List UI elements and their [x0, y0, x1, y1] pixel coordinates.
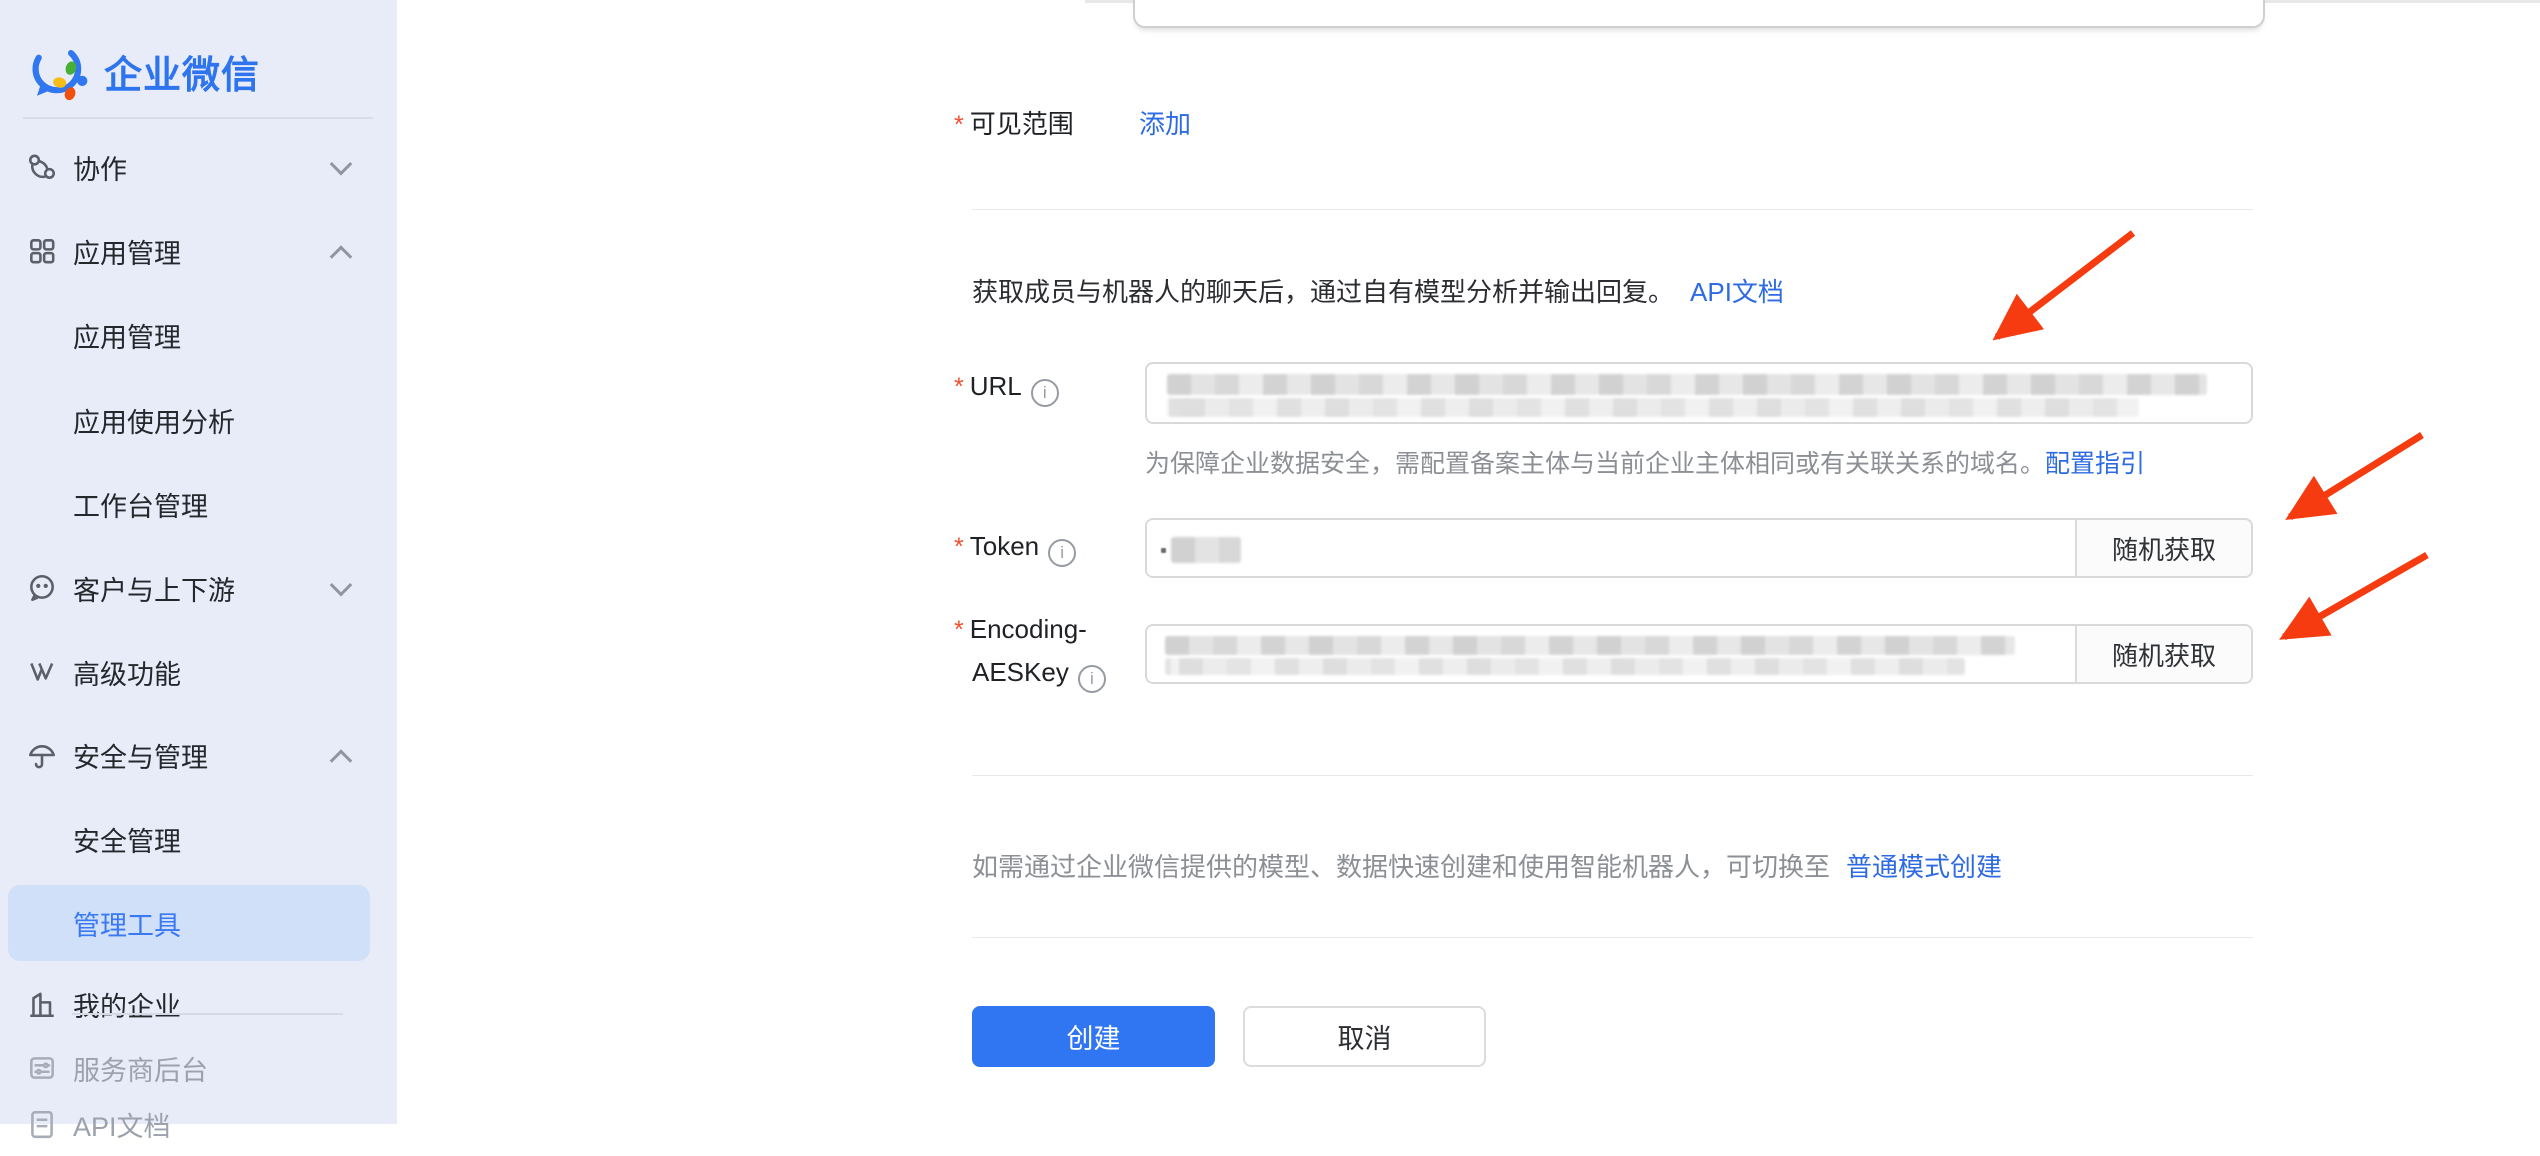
- sidebar-item-label: 我的企业: [73, 985, 181, 1024]
- sidebar-item-label: 应用管理: [73, 232, 181, 271]
- sidebar-item-label: 工作台管理: [73, 485, 208, 524]
- redacted-url-value: [1167, 374, 2207, 395]
- chevron-up-icon: [330, 245, 353, 268]
- apps-grid-icon: [26, 235, 58, 267]
- token-label: *Tokeni: [954, 531, 1076, 567]
- section-divider: [972, 937, 2253, 938]
- sidebar-subitem-management-tools-selected[interactable]: 管理工具: [8, 885, 370, 961]
- logo-text: 企业微信: [104, 44, 260, 99]
- logo: 企业微信: [30, 42, 260, 100]
- info-icon[interactable]: i: [1031, 379, 1059, 407]
- aeskey-label: *Encoding- AESKeyi: [954, 608, 1106, 693]
- sidebar-item-label: API文档: [73, 1105, 171, 1144]
- redacted-aeskey-value: [1165, 658, 1965, 675]
- required-asterisk: *: [954, 111, 964, 139]
- partial-textarea-above[interactable]: [1133, 0, 2265, 28]
- arrow-to-token-random-button: [2290, 435, 2422, 517]
- info-icon[interactable]: i: [1078, 665, 1106, 693]
- required-asterisk: *: [954, 373, 964, 401]
- api-document-icon: [26, 1108, 58, 1140]
- collaboration-nodes-icon: [26, 151, 58, 183]
- sidebar-item-security-management[interactable]: 安全与管理: [0, 723, 397, 787]
- umbrella-icon: [26, 739, 58, 771]
- sidebar-item-label: 应用使用分析: [73, 401, 235, 440]
- section-divider: [972, 209, 2253, 210]
- sidebar-item-service-provider-console[interactable]: 服务商后台: [0, 1036, 397, 1100]
- token-input-group: 随机获取: [1145, 518, 2253, 578]
- redacted-token-value: [1161, 548, 1166, 553]
- switch-mode-note: 如需通过企业微信提供的模型、数据快速创建和使用智能机器人，可切换至普通模式创建: [972, 847, 2002, 884]
- sidebar-divider: [23, 117, 373, 119]
- chevron-down-icon: [330, 153, 353, 176]
- sidebar-item-label: 安全与管理: [73, 736, 208, 775]
- normal-mode-create-link[interactable]: 普通模式创建: [1846, 852, 2002, 882]
- api-docs-link[interactable]: API文档: [1690, 277, 1784, 307]
- sidebar-bottom-divider: [72, 1013, 343, 1015]
- visible-range-label: *可见范围: [954, 104, 1074, 141]
- sidebar-item-customers[interactable]: 客户与上下游: [0, 556, 397, 620]
- token-random-generate-button[interactable]: 随机获取: [2075, 520, 2251, 576]
- config-guide-link[interactable]: 配置指引: [2045, 450, 2145, 478]
- building-icon: [26, 988, 58, 1020]
- sidebar-item-label: 客户与上下游: [73, 569, 235, 608]
- add-visible-range-link[interactable]: 添加: [1139, 104, 1191, 141]
- sidebar-subitem-app-management[interactable]: 应用管理: [0, 303, 397, 367]
- sidebar-item-label: 管理工具: [73, 904, 181, 943]
- arrow-to-aeskey-random-button: [2284, 555, 2427, 637]
- url-input[interactable]: [1145, 362, 2253, 424]
- sidebar-subitem-security-management[interactable]: 安全管理: [0, 807, 397, 871]
- sidebar-item-label: 服务商后台: [73, 1049, 208, 1088]
- url-label: *URLi: [954, 371, 1059, 407]
- aeskey-input-group: 随机获取: [1145, 624, 2253, 684]
- sidebar-item-advanced-features[interactable]: 高级功能: [0, 640, 397, 704]
- sidebar-item-api-docs[interactable]: API文档: [0, 1092, 397, 1156]
- cancel-button[interactable]: 取消: [1243, 1006, 1486, 1067]
- sidebar-item-label: 安全管理: [73, 820, 181, 859]
- sidebar-subitem-workbench-management[interactable]: 工作台管理: [0, 472, 397, 536]
- arrow-to-url-input: [1997, 233, 2133, 337]
- redacted-aeskey-value: [1165, 636, 2015, 655]
- token-input[interactable]: [1147, 520, 2075, 576]
- sidebar-item-label: 协作: [73, 148, 127, 187]
- redacted-token-value: [1171, 537, 1241, 563]
- create-button[interactable]: 创建: [972, 1006, 1215, 1067]
- info-icon[interactable]: i: [1048, 539, 1076, 567]
- sidebar-item-my-company[interactable]: 我的企业: [0, 972, 397, 1036]
- required-asterisk: *: [954, 533, 964, 561]
- main-content: *可见范围 添加 获取成员与机器人的聊天后，通过自有模型分析并输出回复。API文…: [397, 0, 2540, 1124]
- sidebar: 企业微信 协作 应用管理 应用管理 应用使用分析: [0, 0, 398, 1124]
- aeskey-input[interactable]: [1147, 626, 2075, 682]
- double-v-icon: [26, 656, 58, 688]
- sidebar-item-app-management[interactable]: 应用管理: [0, 219, 397, 283]
- sidebar-item-label: 高级功能: [73, 653, 181, 692]
- url-help-text: 为保障企业数据安全，需配置备案主体与当前企业主体相同或有关联关系的域名。配置指引: [1145, 444, 2145, 480]
- chevron-up-icon: [330, 749, 353, 772]
- section-divider: [972, 775, 2253, 776]
- sidebar-subitem-app-usage-analysis[interactable]: 应用使用分析: [0, 388, 397, 452]
- aeskey-random-generate-button[interactable]: 随机获取: [2075, 626, 2251, 682]
- sidebar-item-collaboration[interactable]: 协作: [0, 135, 397, 199]
- redacted-url-value: [1167, 398, 2139, 417]
- service-sliders-icon: [26, 1052, 58, 1084]
- bot-description-text: 获取成员与机器人的聊天后，通过自有模型分析并输出回复。API文档: [972, 272, 1784, 309]
- chat-smile-icon: [26, 572, 58, 604]
- sidebar-item-label: 应用管理: [73, 316, 181, 355]
- chevron-down-icon: [330, 574, 353, 597]
- required-asterisk: *: [954, 616, 964, 644]
- wecom-logo-icon: [30, 42, 94, 100]
